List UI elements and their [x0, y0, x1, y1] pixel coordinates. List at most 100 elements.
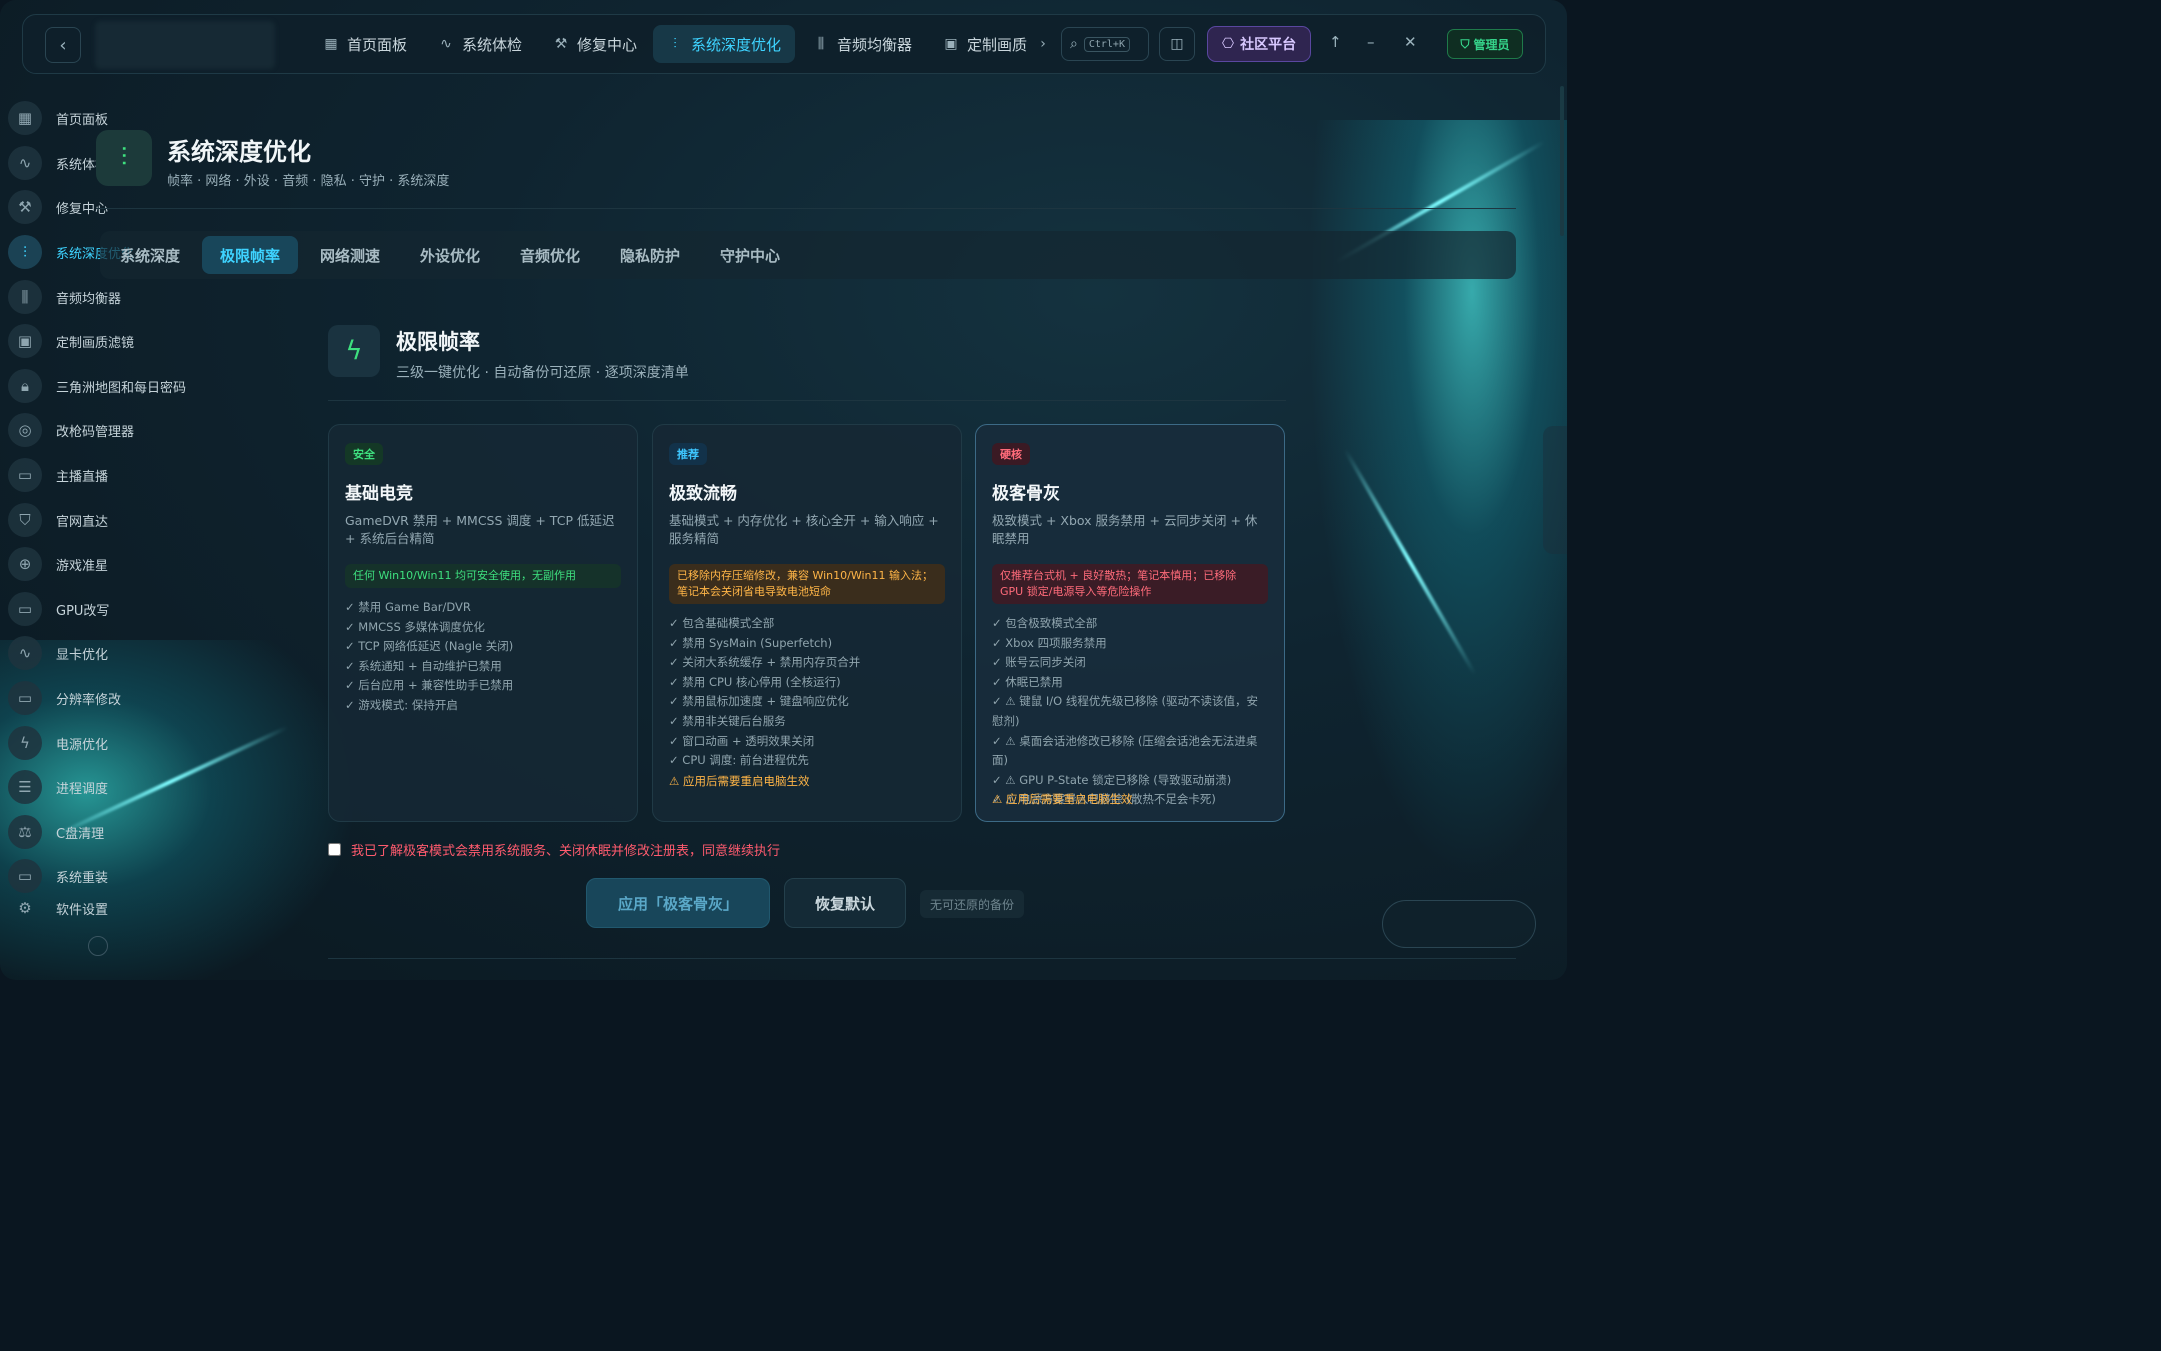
- card-note: 任何 Win10/Win11 均可安全使用，无副作用: [345, 564, 621, 588]
- scrollbar[interactable]: [1560, 86, 1564, 236]
- image-icon: ▣: [944, 36, 958, 52]
- list-item: ✓ 后台应用 + 兼容性助手已禁用: [345, 678, 514, 693]
- sidebar-item-home[interactable]: ▦ 首页面板: [8, 100, 108, 136]
- wrench-icon: ⚒: [554, 36, 568, 52]
- sidebar-item-gpu-rewrite[interactable]: ▭ GPU改写: [8, 591, 109, 627]
- list-item: ✓ 禁用 Game Bar/DVR: [345, 600, 471, 614]
- side-panel-handle[interactable]: [1543, 426, 1567, 554]
- status-badge: 硬核: [992, 443, 1030, 465]
- admin-badge: ⛉ 管理员: [1447, 29, 1523, 59]
- top-nav-bar: ‹ ▦ 首页面板 ∿ 系统体检 ⚒ 修复中心 ⫶ 系统深度优化 ⫼ 音频均衡器 …: [22, 14, 1546, 74]
- app-window: ‹ ▦ 首页面板 ∿ 系统体检 ⚒ 修复中心 ⫶ 系统深度优化 ⫼ 音频均衡器 …: [0, 0, 1567, 980]
- sidebar-item-settings[interactable]: ⚙ 软件设置: [8, 890, 108, 926]
- collapse-toggle[interactable]: [88, 936, 108, 956]
- confirm-checkbox[interactable]: [328, 843, 341, 856]
- sidebar-item-map-password[interactable]: 🔒︎ 三角洲地图和每日密码: [8, 368, 186, 404]
- list-item: ✓ 账号云同步关闭: [992, 655, 1086, 670]
- sidebar-item-quality-filter[interactable]: ▣ 定制画质滤镜: [8, 323, 134, 359]
- back-button[interactable]: ‹: [45, 27, 81, 63]
- sidebar-item-gun-code[interactable]: ◎ 改枪码管理器: [8, 412, 134, 448]
- card-description: GameDVR 禁用 + MMCSS 调度 + TCP 低延迟 + 系统后台精简: [345, 513, 615, 546]
- subtab-system-deep[interactable]: 系统深度: [102, 236, 198, 274]
- section-subtitle: 三级一键优化 · 自动备份可还原 · 逐项深度清单: [396, 365, 689, 381]
- card-note: 已移除内存压缩修改，兼容 Win10/Win11 输入法；笔记本会关闭省电导致电…: [669, 564, 945, 604]
- reset-button[interactable]: 恢复默认: [784, 878, 906, 928]
- card-description: 基础模式 + 内存优化 + 核心全开 + 输入响应 + 服务精简: [669, 513, 939, 546]
- search-button[interactable]: ⌕ Ctrl+K: [1061, 27, 1149, 61]
- tab-home[interactable]: ▦ 首页面板: [309, 25, 421, 63]
- sidebar-item-resolution[interactable]: ▭ 分辨率修改: [8, 680, 121, 716]
- tab-repair[interactable]: ⚒ 修复中心: [539, 25, 651, 63]
- sidebar-item-reinstall[interactable]: ▭ 系统重装: [8, 858, 108, 894]
- restart-warning: ⚠ 应用后需要重启电脑生效: [992, 792, 1133, 806]
- community-button[interactable]: ⎔ 社区平台: [1207, 26, 1311, 62]
- tab-custom-quality[interactable]: ▣ 定制画质 ›: [929, 25, 1065, 63]
- wrench-icon: ⚒: [8, 190, 42, 224]
- mode-card-smooth[interactable]: 推荐 极致流畅 基础模式 + 内存优化 + 核心全开 + 输入响应 + 服务精简…: [652, 424, 962, 822]
- target-icon: ◎: [8, 413, 42, 447]
- grid-icon: ▦: [324, 36, 338, 52]
- pulse-icon: ∿: [8, 636, 42, 670]
- layout-icon: ◫: [1170, 36, 1184, 52]
- subtab-network[interactable]: 网络测速: [302, 236, 398, 274]
- list-item: ✓ ⚠ 键鼠 I/O 线程优先级已移除 (驱动不读该值，安慰剂): [992, 694, 1259, 728]
- confirm-checkbox-row[interactable]: 我已了解极客模式会禁用系统服务、关闭休眠并修改注册表，同意继续执行: [328, 840, 780, 859]
- sidebar: ▦ 首页面板 ∿ 系统体检 ⚒ 修复中心 ⫶ 系统深度优化 ⫼ 音频均衡器 ▣ 定制画质滤镜…: [0, 96, 190, 956]
- confirm-label: 我已了解极客模式会禁用系统服务、关闭休眠并修改注册表，同意继续执行: [351, 844, 781, 859]
- mode-card-geek[interactable]: 硬核 极客骨灰 极致模式 + Xbox 服务禁用 + 云同步关闭 + 休眠禁用 …: [975, 424, 1285, 822]
- sidebar-item-gpu-optimize[interactable]: ∿ 显卡优化: [8, 635, 108, 671]
- list-item: ✓ 游戏模式: 保持开启: [345, 697, 458, 712]
- list-item: ✓ 包含基础模式全部: [669, 616, 775, 630]
- sidebar-item-crosshair[interactable]: ⊕ 游戏准星: [8, 546, 108, 582]
- video-icon: ▭: [8, 458, 42, 492]
- list-icon: ☰: [8, 770, 42, 804]
- sidebar-item-process[interactable]: ☰ 进程调度: [8, 769, 108, 805]
- glow-streak: [1343, 448, 1477, 676]
- grid-icon: ▦: [8, 101, 42, 135]
- monitor-icon: ▭: [8, 681, 42, 715]
- monitor-icon: ▭: [8, 859, 42, 893]
- apply-button[interactable]: 应用「极客骨灰」: [586, 878, 770, 928]
- sidebar-item-system-check[interactable]: ∿ 系统体检: [8, 145, 108, 181]
- sidebar-item-live-stream[interactable]: ▭ 主播直播: [8, 457, 108, 493]
- search-shortcut: Ctrl+K: [1083, 36, 1130, 52]
- subtab-extreme-fps[interactable]: 极限帧率: [202, 236, 299, 274]
- close-button[interactable]: ✕: [1404, 33, 1417, 51]
- sidebar-item-disk-clean[interactable]: ⚖ C盘清理: [8, 814, 104, 850]
- subtab-audio[interactable]: 音频优化: [502, 236, 598, 274]
- layout-toggle-button[interactable]: ◫: [1159, 27, 1195, 61]
- sliders-icon: ⫶: [96, 130, 152, 186]
- sidebar-item-repair[interactable]: ⚒ 修复中心: [8, 189, 108, 225]
- list-item: ✓ Xbox 四项服务禁用: [992, 635, 1107, 650]
- sidebar-item-official-site[interactable]: ⛉ 官网直达: [8, 502, 108, 538]
- list-item: ✓ CPU 调度: 前台进程优先: [669, 753, 809, 768]
- page-subtitle: 帧率 · 网络 · 外设 · 音频 · 隐私 · 守护 · 系统深度: [167, 174, 450, 189]
- list-item: ✓ 禁用 CPU 核心停用 (全核运行): [669, 674, 841, 689]
- crosshair-icon: ⊕: [8, 547, 42, 581]
- sub-tab-bar: 系统深度 极限帧率 网络测速 外设优化 音频优化 隐私防护 守护中心: [100, 231, 1516, 279]
- gamepad-icon: ⎔: [1221, 36, 1235, 52]
- section-title: 极限帧率: [396, 330, 480, 354]
- minimize-button[interactable]: –: [1367, 33, 1375, 51]
- pin-top-button[interactable]: ↑: [1329, 33, 1342, 51]
- subtab-privacy[interactable]: 隐私防护: [602, 236, 698, 274]
- sidebar-item-power[interactable]: ϟ 电源优化: [8, 725, 108, 761]
- card-description: 极致模式 + Xbox 服务禁用 + 云同步关闭 + 休眠禁用: [992, 513, 1258, 546]
- list-item: ✓ 禁用鼠标加速度 + 键盘响应优化: [669, 694, 849, 709]
- list-item: ✓ 系统通知 + 自动维护已禁用: [345, 658, 502, 673]
- floating-widget[interactable]: [1382, 900, 1536, 948]
- subtab-peripheral[interactable]: 外设优化: [402, 236, 498, 274]
- card-title: 极致流畅: [669, 484, 737, 504]
- tab-system-check[interactable]: ∿ 系统体检: [424, 25, 536, 63]
- tab-audio-eq[interactable]: ⫼ 音频均衡器: [799, 25, 926, 63]
- tab-deep-optimize[interactable]: ⫶ 系统深度优化: [653, 25, 796, 63]
- sidebar-item-audio-eq[interactable]: ⫼ 音频均衡器: [8, 279, 121, 315]
- equalizer-icon: ⫼: [8, 280, 42, 314]
- subtab-guard[interactable]: 守护中心: [702, 236, 798, 274]
- list-item: ✓ 窗口动画 + 透明效果关闭: [669, 733, 815, 748]
- bottom-divider: [328, 958, 1516, 959]
- list-item: ✓ 禁用非关键后台服务: [669, 713, 786, 728]
- bolt-icon: ϟ: [328, 325, 380, 377]
- list-item: ✓ 关闭大系统缓存 + 禁用内存页合并: [669, 655, 861, 670]
- mode-card-basic[interactable]: 安全 基础电竞 GameDVR 禁用 + MMCSS 调度 + TCP 低延迟 …: [328, 424, 638, 822]
